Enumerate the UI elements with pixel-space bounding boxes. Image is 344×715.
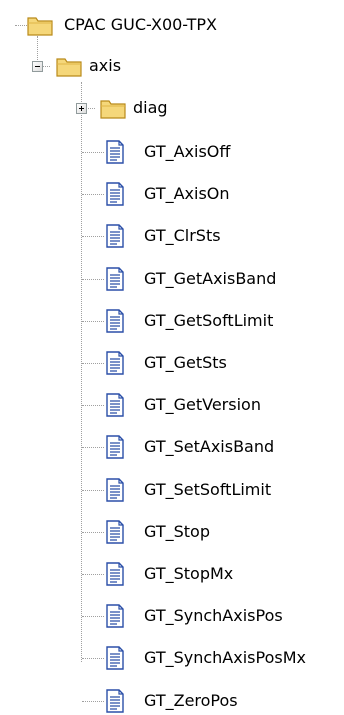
folder-icon [27, 17, 53, 36]
tree-node-label: GT_AxisOff [144, 142, 231, 161]
tree-connector [82, 152, 104, 153]
tree-connector [82, 658, 104, 659]
document-icon [106, 393, 124, 417]
tree-node-file[interactable]: GT_SynchAxisPosMx [105, 644, 308, 672]
tree-node-file[interactable]: GT_SynchAxisPos [105, 602, 285, 630]
tree-node-label: GT_ClrSts [144, 226, 221, 245]
tree-node-file[interactable]: GT_AxisOn [105, 180, 232, 208]
tree-connector [81, 82, 82, 662]
document-icon [106, 520, 124, 544]
tree-node-label: GT_GetAxisBand [144, 269, 277, 288]
tree-node-file[interactable]: GT_GetAxisBand [105, 265, 278, 293]
tree-node-label: GT_StopMx [144, 564, 234, 583]
tree-connector [82, 363, 104, 364]
document-icon [106, 309, 124, 333]
tree-connector [82, 701, 104, 702]
tree-node-axis[interactable]: axis [55, 52, 123, 80]
folder-icon [100, 100, 126, 119]
document-icon [106, 182, 124, 206]
document-icon [106, 267, 124, 291]
tree-node-file[interactable]: GT_StopMx [105, 560, 235, 588]
tree-connector [82, 321, 104, 322]
document-icon [106, 689, 124, 713]
document-icon [106, 351, 124, 375]
tree-node-diag[interactable]: diag [99, 94, 170, 122]
document-icon [106, 224, 124, 248]
tree-connector [82, 194, 104, 195]
tree-node-label: GT_SynchAxisPosMx [144, 648, 306, 667]
collapse-toggle-axis[interactable] [32, 61, 43, 72]
tree-node-label: GT_SynchAxisPos [144, 606, 283, 625]
document-icon [106, 435, 124, 459]
tree-node-file[interactable]: GT_GetVersion [105, 391, 263, 419]
tree-node-file[interactable]: GT_SetSoftLimit [105, 476, 273, 504]
tree-node-file[interactable]: GT_Stop [105, 518, 212, 546]
tree-node-file[interactable]: GT_AxisOff [105, 138, 232, 166]
tree-node-label: GT_AxisOn [144, 184, 230, 203]
tree-node-label: GT_ZeroPos [144, 691, 238, 710]
document-icon [106, 478, 124, 502]
tree-connector [82, 405, 104, 406]
document-icon [106, 604, 124, 628]
tree-node-file[interactable]: GT_SetAxisBand [105, 433, 276, 461]
tree-connector [82, 532, 104, 533]
expand-toggle-diag[interactable] [76, 103, 87, 114]
tree-node-root[interactable]: CPAC GUC-X00-TPX [26, 11, 219, 39]
tree-connector [82, 574, 104, 575]
tree-node-file[interactable]: GT_ZeroPos [105, 687, 240, 715]
tree-node-label: GT_SetAxisBand [144, 437, 275, 456]
tree-connector [82, 447, 104, 448]
tree-node-label: axis [89, 56, 122, 75]
file-tree: CPAC GUC-X00-TPX axis diag GT_AxisOff GT_… [0, 0, 344, 715]
tree-node-label: GT_GetSoftLimit [144, 311, 274, 330]
tree-node-file[interactable]: GT_GetSoftLimit [105, 307, 275, 335]
tree-connector [82, 279, 104, 280]
tree-connector [82, 236, 104, 237]
tree-node-file[interactable]: GT_GetSts [105, 349, 229, 377]
tree-connector [82, 490, 104, 491]
tree-node-label: diag [133, 98, 168, 117]
tree-node-file[interactable]: GT_ClrSts [105, 222, 223, 250]
document-icon [106, 646, 124, 670]
tree-node-label: CPAC GUC-X00-TPX [64, 15, 217, 34]
tree-node-label: GT_SetSoftLimit [144, 480, 272, 499]
tree-node-label: GT_Stop [144, 522, 210, 541]
folder-open-icon [56, 58, 82, 77]
document-icon [106, 140, 124, 164]
tree-node-label: GT_GetVersion [144, 395, 261, 414]
document-icon [106, 562, 124, 586]
tree-node-label: GT_GetSts [144, 353, 227, 372]
tree-connector [82, 616, 104, 617]
